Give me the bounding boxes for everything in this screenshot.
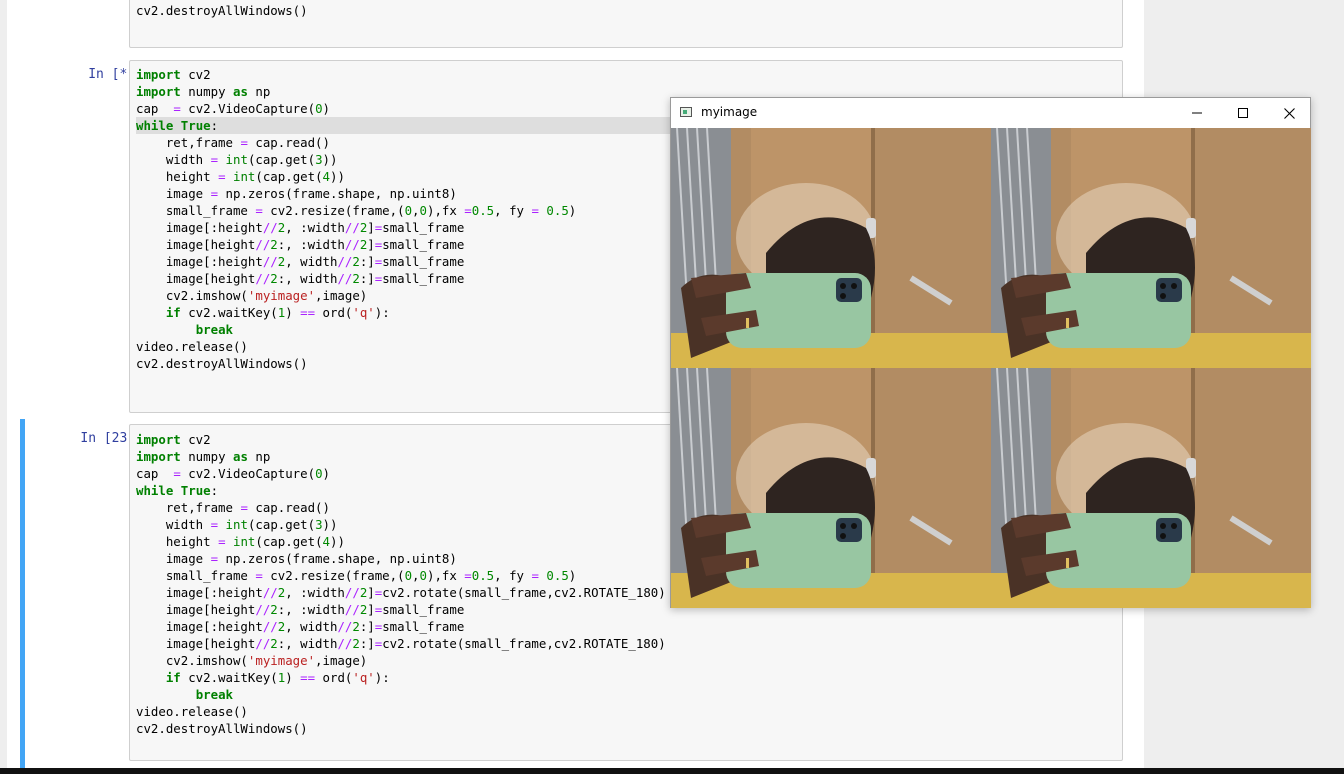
close-button[interactable] (1266, 98, 1312, 128)
code-line[interactable]: cv2.imshow('myimage',image) (136, 652, 1122, 669)
code-line[interactable]: image[height//2:, width//2:]=cv2.rotate(… (136, 635, 1122, 652)
imshow-window[interactable]: myimage (670, 97, 1311, 608)
code-line[interactable]: image[:height//2, width//2:]=small_frame (136, 618, 1122, 635)
code-line[interactable]: video.release() (136, 703, 1122, 720)
video-frame-top-right (991, 128, 1311, 368)
code-line[interactable]: cv2.destroyAllWindows() (136, 720, 1122, 737)
code-line[interactable]: cv2.destroyAllWindows() (136, 2, 1122, 19)
minimize-icon (1192, 112, 1202, 114)
video-frame-grid (671, 128, 1311, 608)
code-cell-previous[interactable]: video.release()cv2.destroyAllWindows() (20, 0, 1129, 48)
minimize-button[interactable] (1174, 98, 1220, 128)
code-line[interactable]: if cv2.waitKey(1) == ord('q'): (136, 669, 1122, 686)
taskbar-edge (0, 768, 1344, 774)
maximize-icon (1238, 108, 1248, 118)
video-frame-bottom-right (991, 368, 1311, 608)
code-line[interactable]: import cv2 (136, 66, 1122, 83)
code-text[interactable]: video.release()cv2.destroyAllWindows() (130, 0, 1122, 19)
video-frame-bottom-left (671, 368, 991, 608)
video-frame-top-left (671, 128, 991, 368)
code-line[interactable]: break (136, 686, 1122, 703)
app-window-icon (680, 107, 692, 117)
code-editor[interactable]: video.release()cv2.destroyAllWindows() (129, 0, 1123, 48)
close-icon (1283, 107, 1295, 119)
maximize-button[interactable] (1220, 98, 1266, 128)
window-title: myimage (701, 105, 758, 119)
window-titlebar[interactable]: myimage (671, 98, 1310, 128)
